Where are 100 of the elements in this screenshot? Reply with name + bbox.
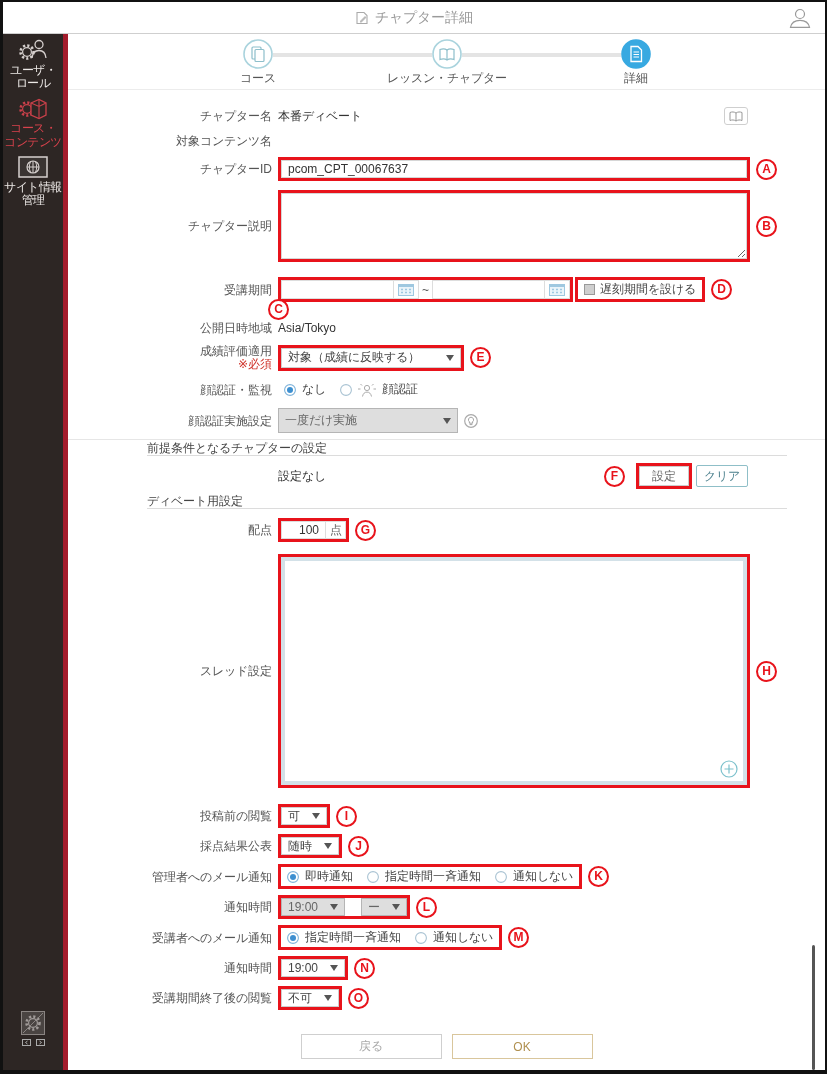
book-button[interactable] bbox=[724, 107, 748, 125]
radio-label: 顔認証 bbox=[382, 381, 418, 398]
callout-marker: F bbox=[604, 465, 625, 487]
callout-marker: N bbox=[354, 957, 376, 979]
stepper-step[interactable]: コース bbox=[195, 39, 320, 89]
person-icon bbox=[358, 382, 376, 397]
callout-marker: B bbox=[756, 215, 777, 237]
radio-label: 通知しない bbox=[513, 868, 573, 885]
gear-box-icon bbox=[18, 96, 48, 121]
radio-button[interactable] bbox=[367, 870, 379, 883]
field-value: 設定なし bbox=[278, 469, 326, 483]
field-label: 通知時間 bbox=[224, 900, 272, 914]
caret-icon bbox=[330, 904, 339, 910]
radio-label: なし bbox=[302, 381, 326, 398]
field-label: 顔認証実施設定 bbox=[188, 413, 272, 428]
field-label: 通知時間 bbox=[224, 961, 272, 975]
callout-marker: K bbox=[588, 866, 609, 887]
radio-button[interactable] bbox=[287, 870, 299, 883]
field-label: 投稿前の閲覧 bbox=[200, 809, 272, 823]
callout-marker: D bbox=[711, 279, 732, 300]
number-field[interactable]: 100 bbox=[281, 521, 326, 539]
globe-screen-icon bbox=[18, 154, 48, 179]
field-label: 受講者へのメール通知 bbox=[152, 930, 272, 945]
add-icon[interactable] bbox=[720, 760, 738, 778]
dropdown[interactable]: 不可 bbox=[281, 989, 339, 1007]
sidebar-item[interactable]: コース・コンテンツ bbox=[3, 96, 63, 149]
field-label: チャプターID bbox=[200, 162, 272, 176]
right-arrow-box-icon[interactable] bbox=[35, 1039, 45, 1046]
range-separator: ~ bbox=[422, 282, 429, 297]
calendar-button[interactable] bbox=[545, 280, 570, 299]
callout-marker: L bbox=[416, 896, 438, 918]
unit-label: 点 bbox=[326, 521, 346, 539]
callout-marker: M bbox=[508, 927, 529, 948]
stepper-step[interactable]: レッスン・チャプター bbox=[384, 39, 509, 89]
radio-label: 即時通知 bbox=[305, 868, 353, 885]
gear-tile-icon[interactable] bbox=[21, 1011, 45, 1035]
left-arrow-box-icon[interactable] bbox=[21, 1039, 31, 1046]
field-value: 本番ディベート bbox=[278, 109, 362, 123]
book-icon bbox=[431, 39, 462, 69]
field-label: チャプター説明 bbox=[188, 219, 272, 233]
page-title: チャプター詳細 bbox=[375, 8, 473, 27]
stepper-step[interactable]: 詳細 bbox=[573, 39, 698, 89]
stacked-pages-icon bbox=[242, 39, 273, 69]
text-field[interactable]: pcom_CPT_00067637 bbox=[281, 160, 747, 178]
user-icon[interactable] bbox=[789, 7, 811, 28]
callout-marker: I bbox=[336, 805, 357, 827]
field-label: 成績評価適用 bbox=[200, 344, 272, 358]
radio-label: 通知しない bbox=[433, 929, 493, 946]
callout-marker: E bbox=[470, 347, 491, 368]
book-icon bbox=[729, 110, 743, 122]
caret-icon bbox=[312, 813, 320, 819]
sidebar-item[interactable]: ユーザ・ロール bbox=[3, 38, 63, 91]
section-heading: 前提条件となるチャプターの設定 bbox=[147, 442, 327, 455]
callout-marker: A bbox=[756, 158, 777, 180]
dropdown[interactable]: 可 bbox=[281, 807, 327, 825]
document-pen-icon bbox=[355, 10, 369, 25]
caret-icon bbox=[330, 965, 339, 971]
date-field[interactable] bbox=[432, 280, 545, 299]
caret-icon bbox=[446, 354, 454, 361]
field-label: チャプター名 bbox=[200, 109, 272, 123]
calendar-icon bbox=[398, 283, 414, 296]
caret-icon bbox=[324, 843, 332, 849]
field-label: 配点 bbox=[248, 523, 272, 537]
radio-button[interactable] bbox=[495, 870, 507, 883]
document-icon bbox=[620, 39, 651, 69]
section-heading: ディベート用設定 bbox=[147, 495, 243, 508]
action-button[interactable]: 設定 bbox=[639, 466, 689, 486]
field-label: 公開日時地域 bbox=[200, 321, 272, 335]
field-label: 管理者へのメール通知 bbox=[152, 869, 272, 884]
required-note: ※必須 bbox=[237, 358, 272, 371]
field-value: Asia/Tokyo bbox=[278, 321, 337, 335]
action-button[interactable]: クリア bbox=[696, 465, 748, 487]
sidebar-item[interactable]: サイト情報管理 bbox=[3, 154, 63, 208]
radio-button[interactable] bbox=[340, 383, 352, 396]
radio-button[interactable] bbox=[415, 931, 427, 944]
scrollbar-thumb[interactable] bbox=[812, 945, 815, 1070]
dropdown[interactable]: 随時 bbox=[281, 837, 339, 855]
checkbox-label: 遅刻期間を設ける bbox=[600, 281, 696, 298]
caret-icon bbox=[324, 995, 332, 1001]
gear-person-icon bbox=[18, 38, 48, 62]
callout-marker: C bbox=[268, 299, 289, 320]
dropdown[interactable]: 対象（成績に反映する） bbox=[281, 347, 461, 368]
calendar-icon bbox=[549, 283, 565, 296]
radio-label: 指定時間一斉通知 bbox=[305, 929, 401, 946]
caret-icon bbox=[443, 417, 451, 424]
radio-label: 指定時間一斉通知 bbox=[385, 868, 481, 885]
callout-marker: H bbox=[756, 660, 777, 682]
field-label: 受講期間終了後の閲覧 bbox=[152, 991, 272, 1005]
radio-button[interactable] bbox=[284, 383, 296, 396]
dropdown[interactable]: 19:00 bbox=[281, 959, 346, 977]
calendar-button[interactable] bbox=[394, 280, 419, 299]
radio-button[interactable] bbox=[287, 931, 299, 944]
caret-icon bbox=[392, 904, 401, 910]
checkbox[interactable] bbox=[584, 284, 595, 295]
field-label: 対象コンテンツ名 bbox=[176, 134, 272, 148]
callout-marker: G bbox=[355, 519, 376, 541]
callout-marker: O bbox=[348, 987, 369, 1009]
field-label: 採点結果公表 bbox=[200, 839, 272, 853]
date-field[interactable] bbox=[281, 280, 394, 299]
field-label: 顔認証・監視 bbox=[200, 382, 272, 397]
